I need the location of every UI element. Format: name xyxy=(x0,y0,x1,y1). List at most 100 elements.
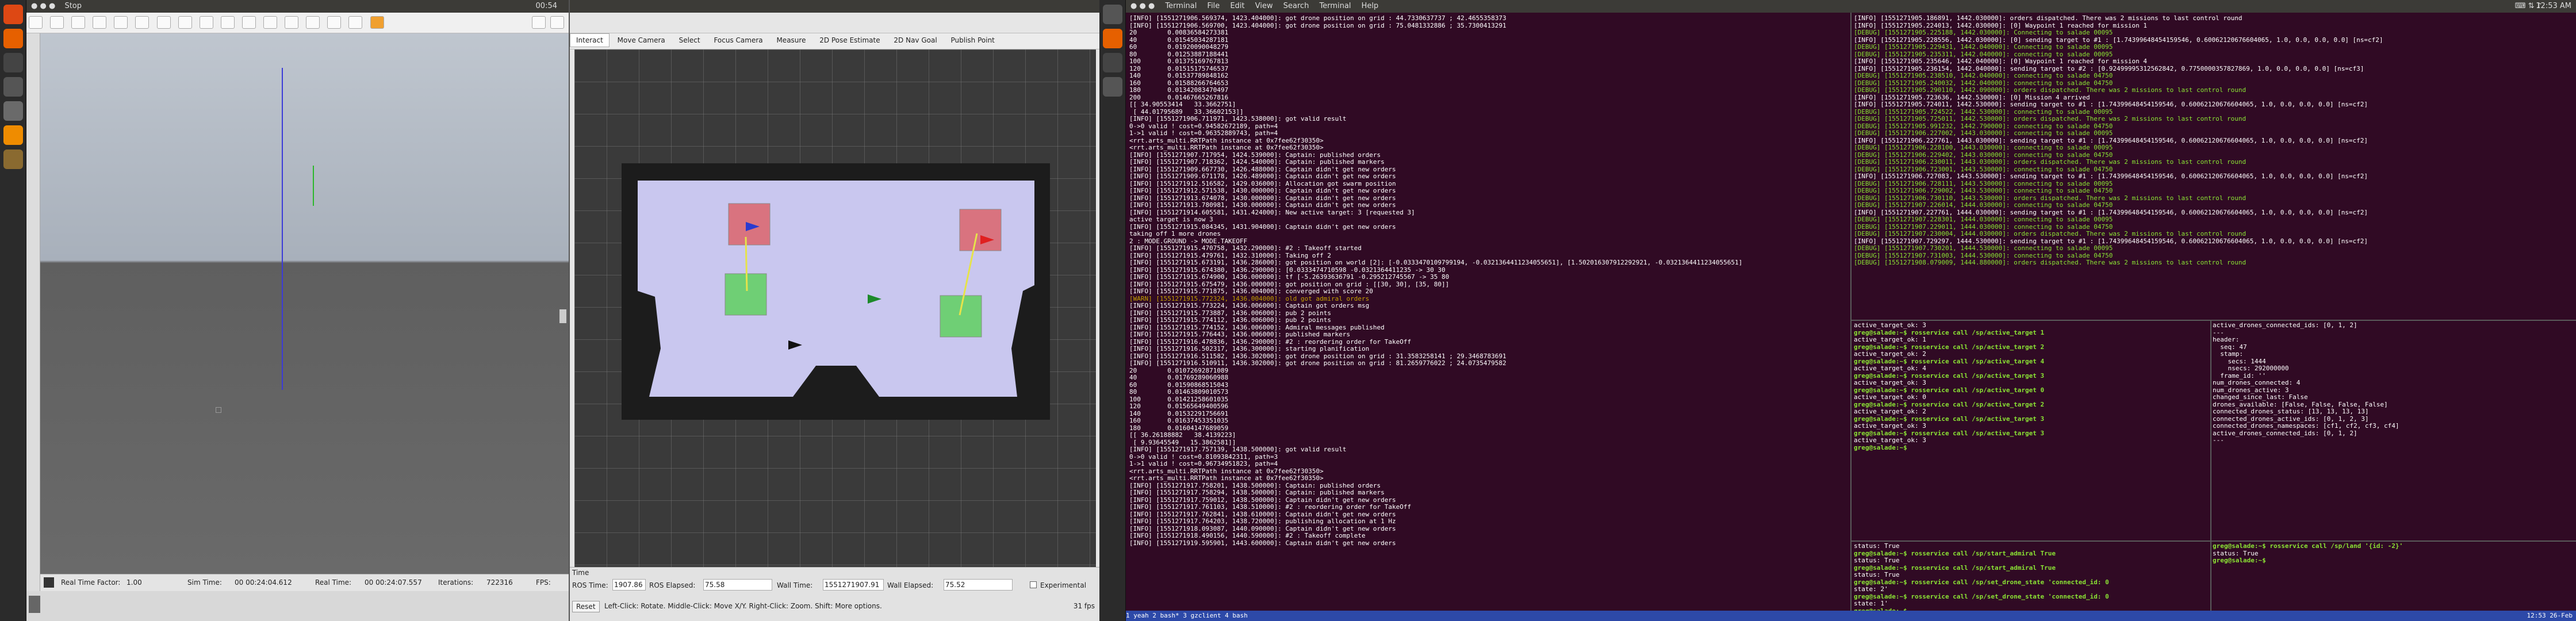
rviz-titlebar xyxy=(570,0,1099,13)
tmux-pane-captain[interactable]: [INFO] [1551271906.569374, 1423.404000]:… xyxy=(1129,15,1848,611)
rviz-3d-view[interactable] xyxy=(574,49,1096,567)
terminal-line: [INFO] [1551271917.764203, 1438.720000]:… xyxy=(1129,518,1396,525)
tmux-pane-drone-status[interactable]: active_drones_connected_ids: [0, 1, 2] --… xyxy=(2213,322,2574,540)
ubuntu-dash-icon[interactable] xyxy=(3,5,23,24)
paste-icon[interactable] xyxy=(306,16,320,29)
pane-divider-horizontal-2[interactable] xyxy=(1851,540,2576,542)
mouse-hint: Left-Click: Rotate. Middle-Click: Move X… xyxy=(604,602,882,610)
terminal-line: [[ 36.26188882 38.4139223] xyxy=(1129,431,1236,439)
terminal-line: [INFO] [1551271915.674900, 1436.000000]:… xyxy=(1129,273,1450,281)
menu-file[interactable]: File xyxy=(1208,2,1220,10)
wall-time-field[interactable]: 1551271907.91 xyxy=(823,579,884,591)
redo-icon[interactable] xyxy=(135,16,150,29)
terminal-line: active_drones_connected_ids: [0, 1, 2] xyxy=(2213,322,2358,329)
tmux-pane-land[interactable]: greg@salade:~$ rosservice call /sp/land … xyxy=(2213,543,2574,611)
tool-publish-point[interactable]: Publish Point xyxy=(945,34,1000,47)
snap-icon[interactable] xyxy=(348,16,363,29)
terminal-line: 80 0.01463809010573 xyxy=(1129,388,1229,396)
pane-divider-vertical-2[interactable] xyxy=(2210,321,2211,611)
tmux-windows[interactable]: 1 yeah 2 bash* 3 gzclient 4 bash xyxy=(1126,612,1248,619)
dash-icon[interactable] xyxy=(1103,5,1122,24)
box-shape-icon[interactable] xyxy=(156,16,171,29)
tool-2d-nav-goal[interactable]: 2D Nav Goal xyxy=(888,34,942,47)
window-controls-icon[interactable]: ● ● ● xyxy=(1130,2,1155,10)
rotate-mode-icon[interactable] xyxy=(71,16,86,29)
trash-icon[interactable] xyxy=(29,596,40,613)
point-light-icon[interactable] xyxy=(220,16,235,29)
pause-icon[interactable] xyxy=(44,577,54,588)
terminal-line: 20 0.00836584273381 xyxy=(1129,29,1229,36)
time-header: Time xyxy=(572,569,589,577)
terminal-icon[interactable] xyxy=(3,53,23,72)
gazebo-clock: 00:54 xyxy=(535,2,557,10)
files-icon[interactable] xyxy=(1103,77,1122,97)
terminal-icon[interactable] xyxy=(1103,53,1122,72)
terminal-line: --- xyxy=(2213,328,2224,336)
pane-divider-vertical[interactable] xyxy=(1850,13,1851,611)
gazebo-3d-viewport[interactable] xyxy=(40,33,569,574)
archive-icon[interactable] xyxy=(3,150,23,169)
select-mode-icon[interactable] xyxy=(29,16,43,29)
left-launcher xyxy=(0,0,26,621)
files-icon[interactable] xyxy=(3,77,23,97)
terminal-line: greg@salade:~$ rosservice call /sp/set_d… xyxy=(1854,578,2109,586)
tmux-pane-active-target[interactable]: active_target_ok: 3 greg@salade:~$ rosser… xyxy=(1854,322,2210,540)
tool-interact[interactable]: Interact xyxy=(570,33,610,47)
spot-light-icon[interactable] xyxy=(241,16,256,29)
terminal-line: [DEBUG] [1551271905.238510, 1442.040000]… xyxy=(1854,72,2113,79)
ros-elapsed-field[interactable]: 75.58 xyxy=(703,579,772,591)
cylinder-shape-icon[interactable] xyxy=(199,16,213,29)
tool-focus-camera[interactable]: Focus Camera xyxy=(708,34,768,47)
sphere-shape-icon[interactable] xyxy=(178,16,192,29)
terminal-line: 120 0.01565649400596 xyxy=(1129,402,1229,410)
change-view-icon[interactable] xyxy=(370,16,384,29)
tool-measure[interactable]: Measure xyxy=(770,34,811,47)
terminal-line: stamp: xyxy=(2213,350,2243,358)
experimental-checkbox[interactable] xyxy=(1030,581,1037,588)
translate-mode-icon[interactable] xyxy=(50,16,64,29)
ros-time-field[interactable]: 1907.86 xyxy=(612,579,646,591)
rviz-map-svg xyxy=(574,49,1096,567)
screenshot-icon[interactable] xyxy=(532,16,546,29)
tmux-pane-admiral-commands[interactable]: status: True greg@salade:~$ rosservice ca… xyxy=(1854,543,2210,611)
gazebo-window: ● ● ● Stop 00:54 Real Time Factor: 1.00 xyxy=(26,0,569,621)
tmux-pane-admiral[interactable]: [INFO] [1551271905.186891, 1442.030000]:… xyxy=(1854,15,2574,320)
gazebo-toolbar xyxy=(26,13,569,33)
record-icon[interactable] xyxy=(550,16,564,29)
terminal-line: greg@salade:~$ rosservice call /sp/land … xyxy=(2213,543,2404,550)
terminal-line: [INFO] [1551271905.186891, 1442.030000]:… xyxy=(1854,15,2242,22)
terminal-line: [INFO] [1551271915.776443, 1436.006000]:… xyxy=(1129,331,1351,338)
firefox-icon[interactable] xyxy=(3,29,23,48)
sim-time-label: Sim Time: xyxy=(187,578,222,586)
terminal-line: greg@salade:~$ xyxy=(2213,557,2270,564)
align-icon[interactable] xyxy=(327,16,342,29)
gazebo-side-panel-handle[interactable] xyxy=(26,33,40,621)
firefox-icon[interactable] xyxy=(1103,29,1122,48)
terminal-line: taking off 1 more drones xyxy=(1129,230,1221,237)
editor-icon[interactable] xyxy=(3,101,23,121)
menu-help[interactable]: Help xyxy=(1362,2,1379,10)
menu-terminal[interactable]: Terminal xyxy=(1320,2,1351,10)
wall-elapsed-field[interactable]: 75.52 xyxy=(944,579,1013,591)
reset-button[interactable]: Reset xyxy=(572,601,600,612)
z-axis-line xyxy=(282,68,283,390)
ros-elapsed-label: ROS Elapsed: xyxy=(649,581,696,589)
scale-mode-icon[interactable] xyxy=(93,16,107,29)
copy-icon[interactable] xyxy=(285,16,299,29)
tool-select[interactable]: Select xyxy=(673,34,706,47)
window-controls-icon[interactable]: ● ● ● xyxy=(31,2,55,10)
y-axis-marker xyxy=(313,166,314,206)
right-panel-handle[interactable] xyxy=(559,309,566,323)
tool-move-camera[interactable]: Move Camera xyxy=(612,34,671,47)
directional-light-icon[interactable] xyxy=(263,16,278,29)
terminal-line: [INFO] [1551271905.724011, 1442.530000]:… xyxy=(1854,101,2368,108)
menu-edit[interactable]: Edit xyxy=(1230,2,1244,10)
pane-divider-horizontal[interactable] xyxy=(1851,320,2576,321)
terminal-line: --- xyxy=(2213,436,2224,444)
tool-2d-pose-estimate[interactable]: 2D Pose Estimate xyxy=(814,34,885,47)
undo-icon[interactable] xyxy=(114,16,128,29)
terminal-line: header: xyxy=(2213,336,2240,343)
menu-search[interactable]: Search xyxy=(1283,2,1309,10)
menu-view[interactable]: View xyxy=(1255,2,1273,10)
presentation-icon[interactable] xyxy=(3,125,23,145)
